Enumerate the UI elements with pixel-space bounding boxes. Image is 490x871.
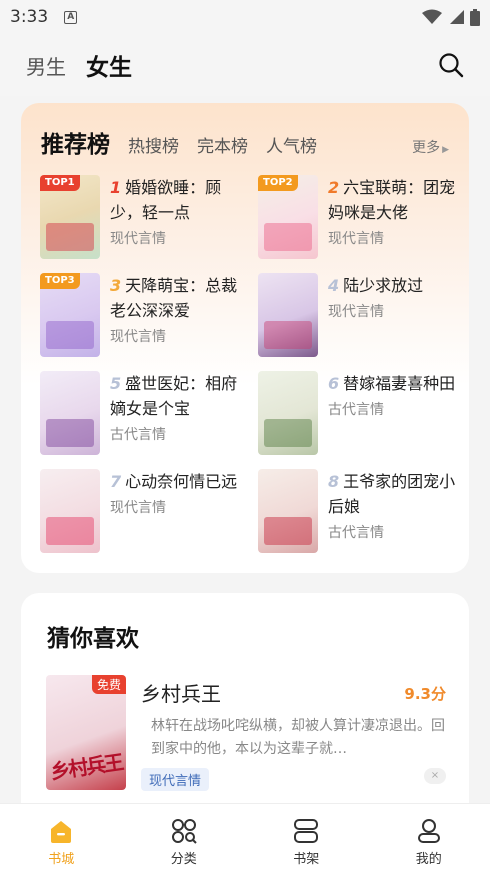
book-cover[interactable] [258,371,318,455]
rank-number: 5 [110,374,122,393]
ranking-book[interactable]: TOP2 2 六宝联萌：团宠妈咪是大佬 现代言情 [258,175,468,263]
battery-icon [470,8,480,26]
book-cover[interactable]: TOP2 [258,175,318,259]
book-title-line: 6 替嫁福妻喜种田 [328,371,468,396]
tab-female[interactable]: 女生 [86,48,132,82]
nav-label: 分类 [170,852,197,867]
more-label: 更多 [412,140,441,156]
book-title: 盛世医妃：相府嫡女是个宝 [110,374,238,418]
ranking-card: 推荐榜 热搜榜 完本榜 人气榜 更多 ▶ TOP1 1 婚婚欲睡：顾少，轻一点 现代… [21,103,469,573]
book-title-line: 8 王爷家的团宠小后娘 [328,469,468,519]
recommended-book[interactable]: 免费 乡村兵王 乡村兵王 9.3分 林轩在战场叱咤纵横，却被人算计凄凉退出。回到… [46,675,446,795]
book-genre: 现代言情 [110,329,166,345]
book-genre: 现代言情 [110,231,166,247]
book-cover[interactable]: TOP1 [40,175,100,259]
dismiss-button[interactable]: × [424,768,446,784]
rank-number: 2 [328,178,340,197]
book-title: 陆少求放过 [343,276,424,295]
notification-icon: A [64,10,78,24]
rank-number: 6 [328,374,340,393]
nav-label: 我的 [415,852,442,867]
ranking-book[interactable]: TOP3 3 天降萌宝：总裁老公深深爱 现代言情 [40,273,250,361]
nav-category[interactable]: 分类 [123,804,246,871]
nav-label: 书架 [293,852,320,867]
book-genre: 现代言情 [328,231,384,247]
rank-number: 7 [110,472,122,491]
book-title: 替嫁福妻喜种田 [343,374,456,393]
book-score: 9.3分 [404,685,446,703]
book-title: 心动奈何情已远 [125,472,238,491]
guess-card: 猜你喜欢 免费 乡村兵王 乡村兵王 9.3分 林轩在战场叱咤纵横，却被人算计凄凉… [21,593,469,833]
bookshelf-icon [294,819,319,843]
rank-number: 4 [328,276,340,295]
book-genre: 古代言情 [328,402,384,418]
ranking-book[interactable]: 8 王爷家的团宠小后娘 古代言情 [258,469,468,557]
book-title-line: 4 陆少求放过 [328,273,468,298]
book-cover[interactable] [258,273,318,357]
book-title: 婚婚欲睡：顾少，轻一点 [110,178,222,222]
tab-popular[interactable]: 人气榜 [266,132,317,157]
book-cover[interactable]: TOP3 [40,273,100,357]
ranking-book[interactable]: 6 替嫁福妻喜种田 古代言情 [258,371,468,459]
book-cover[interactable] [258,469,318,553]
bookstore-icon [51,821,72,843]
book-title-line: 5 盛世医妃：相府嫡女是个宝 [110,371,250,421]
rank-number: 8 [328,472,340,491]
book-genre: 现代言情 [110,500,166,516]
book-genre: 古代言情 [328,525,384,541]
status-time: 3:33 [10,7,49,27]
signal-icon [450,10,464,24]
tab-male[interactable]: 男生 [26,51,66,80]
book-title-line: 7 心动奈何情已远 [110,469,250,494]
book-title: 乡村兵王 [141,682,221,706]
book-cover[interactable]: 免费 乡村兵王 [46,675,126,790]
book-genre: 古代言情 [110,427,166,443]
ranking-book[interactable]: 7 心动奈何情已远 现代言情 [40,469,250,557]
status-bar: 3:33 A [0,0,490,34]
chevron-right-icon: ▶ [442,145,449,155]
nav-label: 书城 [48,852,75,867]
rank-number: 1 [110,178,122,197]
ranking-book[interactable]: 5 盛世医妃：相府嫡女是个宝 古代言情 [40,371,250,459]
nav-profile[interactable]: 我的 [368,804,490,871]
tab-hot-search[interactable]: 热搜榜 [128,132,179,157]
ranking-book[interactable]: TOP1 1 婚婚欲睡：顾少，轻一点 现代言情 [40,175,250,263]
book-cover[interactable] [40,469,100,553]
more-link[interactable]: 更多 ▶ [412,137,449,157]
free-badge: 免费 [91,675,126,694]
rank-badge: TOP1 [40,175,80,191]
genre-tag[interactable]: 现代言情 [141,768,210,791]
book-title-line: 2 六宝联萌：团宠妈咪是大佬 [328,175,468,225]
wifi-icon [422,9,442,24]
rank-badge: TOP2 [258,175,298,191]
category-icon [171,819,197,844]
book-title: 六宝联萌：团宠妈咪是大佬 [328,178,456,222]
ranking-book[interactable]: 4 陆少求放过 现代言情 [258,273,468,361]
tab-completed[interactable]: 完本榜 [197,132,248,157]
book-description: 林轩在战场叱咤纵横，却被人算计凄凉退出。回到家中的他，本以为这辈子就… [151,718,445,757]
rank-number: 3 [110,276,122,295]
profile-icon [417,819,440,843]
book-cover[interactable] [40,371,100,455]
nav-bookshelf[interactable]: 书架 [245,804,368,871]
book-title: 王爷家的团宠小后娘 [328,472,456,516]
bottom-nav: 书城 分类 书架 我的 [0,803,490,871]
book-title-line: 3 天降萌宝：总裁老公深深爱 [110,273,250,323]
book-genre: 现代言情 [328,304,384,320]
search-icon[interactable] [438,52,464,78]
cover-title: 乡村兵王 [48,750,124,784]
book-title-line: 1 婚婚欲睡：顾少，轻一点 [110,175,250,225]
book-title: 天降萌宝：总裁老公深深爱 [110,276,238,320]
ranking-title[interactable]: 推荐榜 [41,125,110,159]
top-nav: 男生 女生 [0,34,490,96]
nav-bookstore[interactable]: 书城 [0,804,123,871]
ranking-header: 推荐榜 热搜榜 完本榜 人气榜 更多 ▶ [41,125,449,159]
guess-title: 猜你喜欢 [47,626,139,652]
rank-badge: TOP3 [40,273,80,289]
